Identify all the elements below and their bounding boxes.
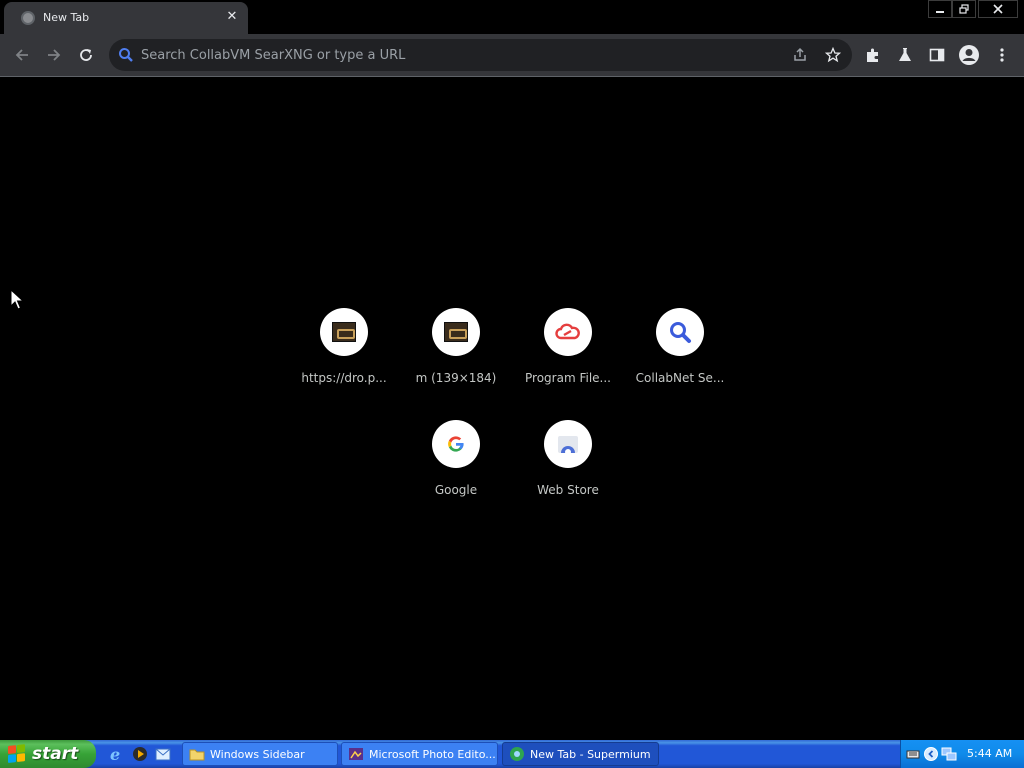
google-g-icon: [448, 436, 464, 452]
shortcut-icon-circle: [320, 308, 368, 356]
tab-strip: New Tab ✕: [0, 0, 1024, 34]
supermium-icon: [510, 747, 524, 761]
shortcut-tile[interactable]: CollabNet Se...: [624, 308, 736, 408]
profile-button[interactable]: [954, 40, 984, 70]
extensions-puzzle-icon: [867, 48, 878, 62]
extensions-button[interactable]: [858, 40, 888, 70]
side-panel-icon: [929, 48, 945, 62]
taskbar-item-label: Windows Sidebar: [210, 747, 305, 761]
start-button[interactable]: start: [0, 740, 96, 768]
omnibox-input[interactable]: [141, 45, 761, 65]
shortcut-label: Google: [434, 483, 478, 497]
shortcut-tile[interactable]: Program File...: [512, 308, 624, 408]
clock: 5:44 AM: [967, 747, 1013, 760]
reload-button[interactable]: [71, 40, 101, 70]
folder-icon: [189, 749, 205, 761]
shortcut-icon-circle: [544, 308, 592, 356]
shortcut-icon-circle: [544, 420, 592, 468]
tab-new-tab[interactable]: New Tab ✕: [4, 2, 248, 34]
internet-explorer-icon[interactable]: e: [108, 745, 126, 763]
system-tray: 5:44 AM: [900, 740, 1024, 768]
restore-button[interactable]: [952, 0, 976, 18]
back-arrow-icon: [15, 49, 28, 61]
close-icon: [993, 4, 1003, 14]
menu-kebab-icon: [1000, 48, 1004, 62]
shortcut-label: https://dro.p...: [301, 371, 387, 385]
shortcut-label: CollabNet Se...: [635, 371, 725, 385]
taskbar-item-new-tab-supermium[interactable]: New Tab - Supermium: [502, 742, 659, 766]
svg-text:e: e: [110, 745, 120, 763]
photo-editor-icon: [349, 748, 363, 760]
share-icon[interactable]: [792, 47, 808, 63]
taskbar: start e Windows Sidebar Microsoft Photo …: [0, 740, 1024, 768]
forward-arrow-icon: [48, 49, 61, 61]
bookmark-star-icon[interactable]: [825, 47, 841, 63]
image-thumbnail-icon: [444, 322, 468, 342]
side-panel-button[interactable]: [922, 40, 952, 70]
reload-icon: [80, 49, 92, 61]
browser-toolbar: [0, 34, 1024, 76]
labs-button[interactable]: [890, 40, 920, 70]
forward-button[interactable]: [39, 40, 69, 70]
shortcut-icon-circle: [432, 308, 480, 356]
shortcut-tile[interactable]: Web Store: [512, 420, 624, 520]
search-icon: [119, 48, 133, 62]
browser-window: New Tab ✕ Search CollabVM SearXNG or typ…: [0, 0, 1024, 740]
outlook-express-icon[interactable]: [154, 745, 172, 763]
labs-flask-icon: [899, 48, 911, 61]
shortcut-tile[interactable]: https://dro.p...: [288, 308, 400, 408]
tab-title: New Tab: [43, 11, 90, 24]
mouse-cursor-icon: [10, 289, 24, 310]
taskbar-item-label: New Tab - Supermium: [530, 747, 651, 761]
taskbar-item-photo-editor[interactable]: Microsoft Photo Edito...: [341, 742, 498, 766]
image-thumbnail-icon: [332, 322, 356, 342]
taskbar-item-label: Microsoft Photo Edito...: [369, 747, 496, 761]
browser-menu-button[interactable]: [987, 40, 1017, 70]
shortcut-tile[interactable]: m (139×184): [400, 308, 512, 408]
minimize-button[interactable]: [928, 0, 952, 18]
media-player-icon[interactable]: [131, 745, 149, 763]
close-window-button[interactable]: [978, 0, 1018, 18]
keyboard-icon[interactable]: [906, 747, 920, 761]
network-icon[interactable]: [941, 746, 957, 762]
magnifier-icon: [670, 322, 691, 343]
chevron-left-icon[interactable]: [924, 746, 938, 762]
start-label: start: [32, 744, 79, 764]
windows-flag-icon: [8, 744, 26, 764]
restore-icon: [959, 4, 969, 14]
taskbar-item-windows-sidebar[interactable]: Windows Sidebar: [182, 742, 338, 766]
globe-icon: [21, 11, 35, 25]
back-button[interactable]: [7, 40, 37, 70]
tab-close-button[interactable]: ✕: [224, 8, 240, 26]
shortcut-icon-circle: [656, 308, 704, 356]
shortcut-icon-circle: [432, 420, 480, 468]
profile-icon: [959, 45, 979, 65]
toolbar-divider: [0, 76, 1024, 77]
minimize-icon: [936, 11, 944, 13]
omnibox[interactable]: [109, 39, 852, 71]
cloud-link-icon: [555, 323, 580, 340]
shortcut-tile[interactable]: Google: [400, 420, 512, 520]
shortcut-label: m (139×184): [415, 371, 497, 385]
shortcut-label: Program File...: [525, 371, 611, 385]
web-store-icon: [558, 436, 578, 455]
shortcut-label: Web Store: [537, 483, 599, 497]
